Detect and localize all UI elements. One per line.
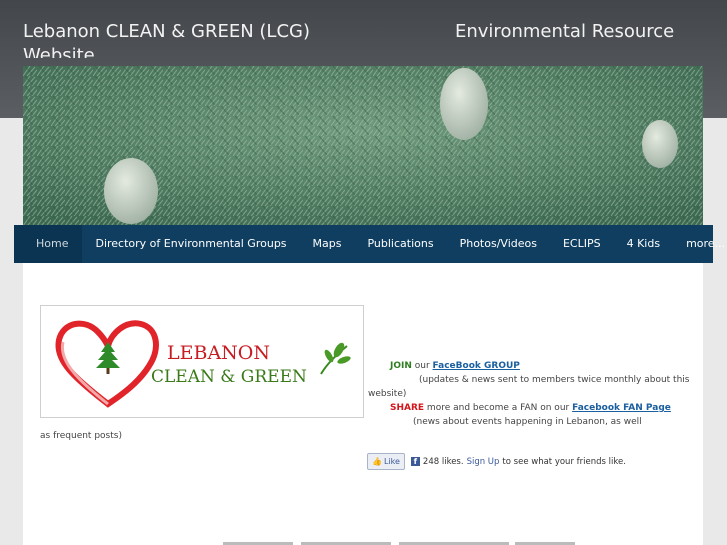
facebook-icon: f: [410, 457, 420, 466]
share-note-continued: as frequent posts): [40, 431, 122, 441]
nav-item-publications[interactable]: Publications: [354, 225, 446, 263]
heart-cedar-icon: [55, 320, 159, 408]
facebook-like-widget: 👍 Like f 248 likes. Sign Up to see what …: [367, 453, 626, 470]
thumbs-up-icon: 👍: [372, 457, 382, 466]
share-note: (news about events happening in Lebanon,…: [413, 417, 642, 427]
join-text: our: [411, 361, 433, 371]
logo-text-lebanon: LEBANON: [167, 342, 270, 364]
facebook-group-link[interactable]: FaceBook GROUP: [433, 361, 520, 371]
nav-item-home[interactable]: Home: [14, 225, 83, 263]
site-tagline: Environmental Resource: [455, 21, 675, 42]
leaf-sprig-icon: [320, 342, 351, 375]
main-navigation: Home Directory of Environmental Groups M…: [14, 225, 725, 263]
share-label: SHARE: [390, 403, 425, 413]
footer-text-fragment: [223, 542, 575, 545]
main-content: LEBANON CLEAN & GREEN JOIN our FaceBook …: [23, 263, 703, 545]
nav-item-eclips[interactable]: ECLIPS: [550, 225, 614, 263]
join-line: JOIN our FaceBook GROUP: [390, 360, 520, 372]
join-note: (updates & news sent to members twice mo…: [419, 375, 690, 385]
cedar-branches-photo: [23, 66, 703, 226]
nav-item-photos-videos[interactable]: Photos/Videos: [447, 225, 550, 263]
sign-up-link[interactable]: Sign Up: [467, 457, 500, 467]
site-title[interactable]: Lebanon CLEAN & GREEN (LCG) Website: [23, 20, 343, 58]
header-banner-image: [23, 66, 703, 226]
like-button[interactable]: 👍 Like: [367, 453, 405, 470]
share-text: more and become a FAN on our: [424, 403, 573, 413]
share-line: SHARE more and become a FAN on our Faceb…: [390, 402, 671, 414]
nav-item-4-kids[interactable]: 4 Kids: [614, 225, 673, 263]
nav-item-maps[interactable]: Maps: [300, 225, 355, 263]
lcg-logo: LEBANON CLEAN & GREEN: [40, 305, 364, 418]
like-button-label: Like: [383, 457, 400, 466]
logo-text-clean-green: CLEAN & GREEN: [151, 367, 307, 387]
like-count: 248 likes.: [422, 456, 464, 467]
facebook-fan-page-link[interactable]: Facebook FAN Page: [572, 403, 671, 413]
like-suffix: to see what your friends like.: [502, 456, 626, 467]
nav-item-more[interactable]: more...: [673, 225, 727, 263]
nav-item-directory[interactable]: Directory of Environmental Groups: [82, 225, 299, 263]
join-note-continued: website): [368, 389, 407, 399]
join-label: JOIN: [390, 361, 412, 371]
